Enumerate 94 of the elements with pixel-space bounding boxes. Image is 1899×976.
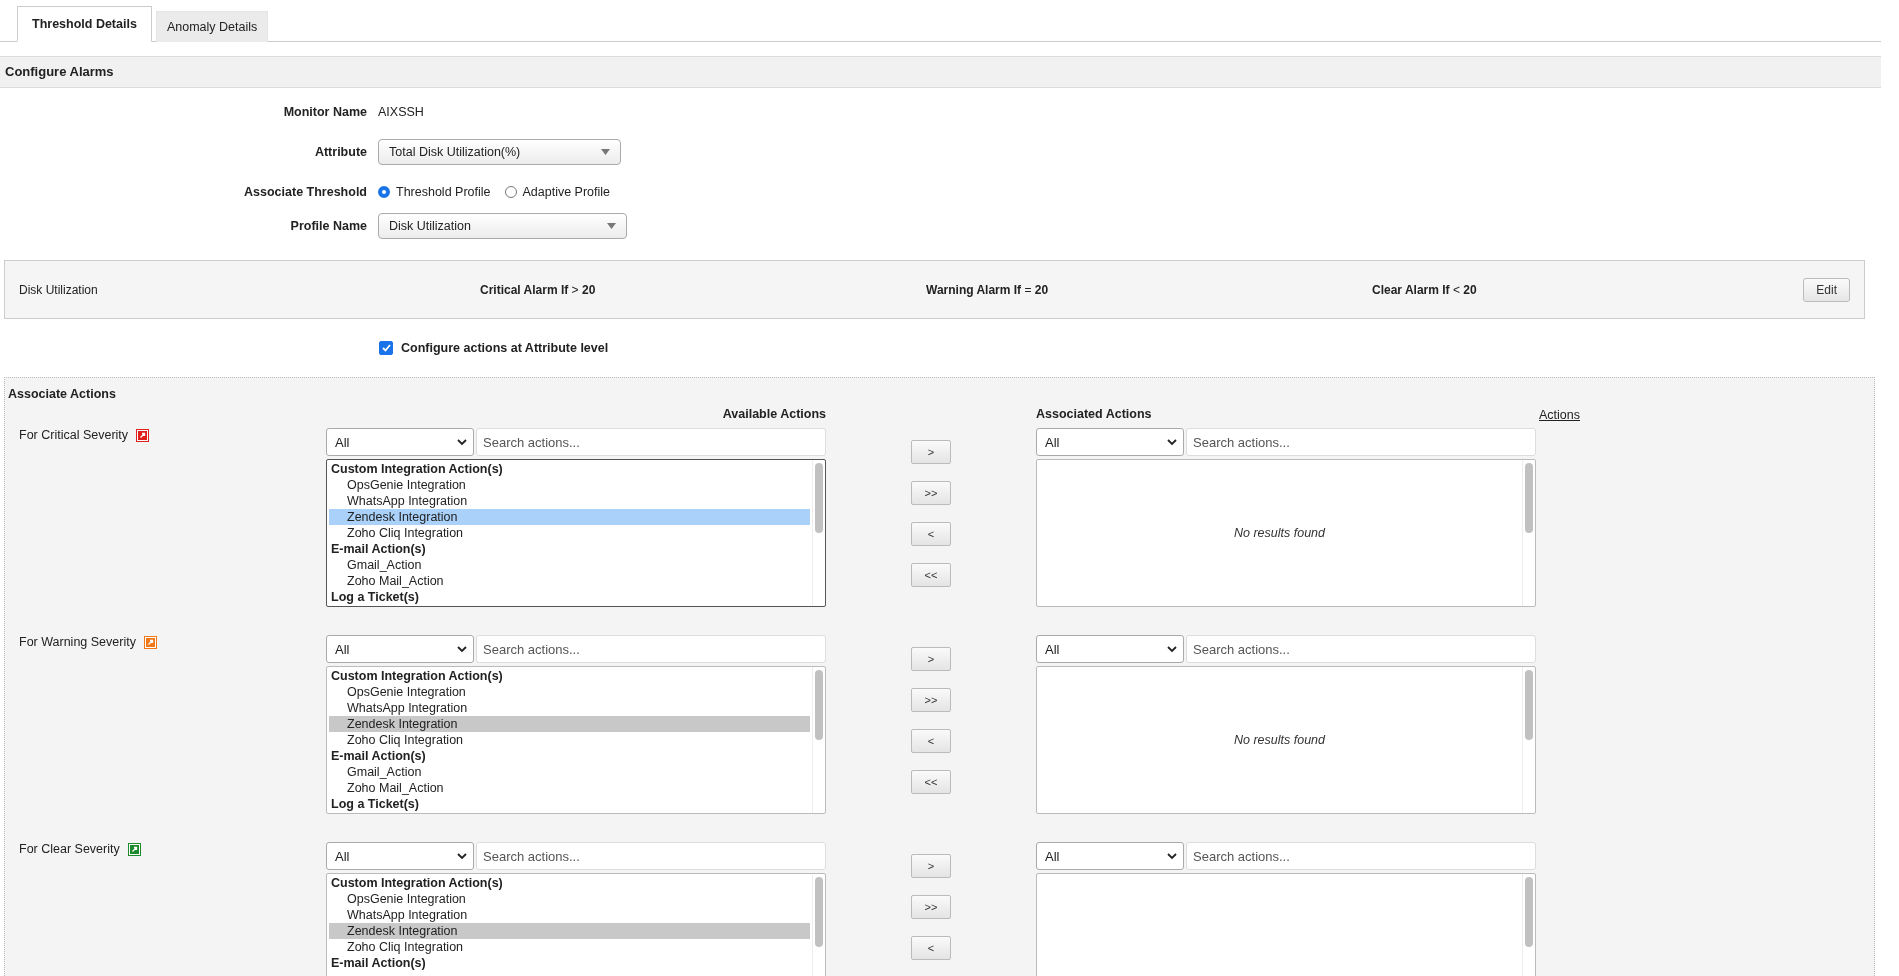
checkbox[interactable] bbox=[379, 341, 393, 355]
section-title: Configure Alarms bbox=[0, 56, 1881, 88]
chevron-icon bbox=[1167, 645, 1177, 653]
search-field[interactable]: Search actions... bbox=[476, 635, 826, 663]
search-field[interactable]: Search actions... bbox=[1186, 428, 1536, 456]
chevron-icon bbox=[457, 852, 467, 860]
scrollbar-thumb[interactable] bbox=[1525, 670, 1533, 740]
empty-message: No results found bbox=[1234, 733, 1325, 747]
severity-label: For Critical Severity bbox=[19, 428, 129, 442]
list-option[interactable]: Zoho Cliq Integration bbox=[329, 732, 810, 748]
list-option[interactable]: Zoho Cliq Integration bbox=[329, 939, 810, 955]
alarm-rule: Warning Alarm If = 20 bbox=[926, 282, 1050, 297]
list-option[interactable]: Gmail_Action bbox=[329, 557, 810, 573]
chevron-icon bbox=[457, 645, 467, 653]
move-button[interactable]: >> bbox=[911, 481, 951, 505]
move-button[interactable]: >> bbox=[911, 688, 951, 712]
group-heading: Log a Ticket(s) bbox=[330, 589, 420, 605]
alarm-rule: Clear Alarm If < 20 bbox=[1372, 282, 1478, 297]
filter-select[interactable]: All bbox=[326, 635, 474, 663]
empty-message: No results found bbox=[1234, 526, 1325, 540]
tab[interactable]: Threshold Details bbox=[17, 6, 152, 42]
chevron-icon bbox=[1167, 852, 1177, 860]
group-heading: Custom Integration Action(s) bbox=[330, 875, 504, 891]
group-heading: Custom Integration Action(s) bbox=[330, 461, 504, 477]
chevron-icon bbox=[457, 438, 467, 446]
search-field[interactable]: Search actions... bbox=[476, 428, 826, 456]
list-option[interactable]: OpsGenie Integration bbox=[329, 477, 810, 493]
severity-label: For Clear Severity bbox=[19, 842, 120, 856]
caret-icon bbox=[601, 149, 610, 155]
move-button[interactable]: < bbox=[911, 522, 951, 546]
caret-icon bbox=[607, 223, 616, 229]
move-button[interactable]: << bbox=[911, 770, 951, 794]
group-heading: E-mail Action(s) bbox=[330, 955, 427, 971]
radio-option[interactable]: Adaptive Profile bbox=[504, 185, 611, 199]
move-button[interactable]: < bbox=[911, 729, 951, 753]
group-heading: Custom Integration Action(s) bbox=[330, 668, 504, 684]
group-heading: E-mail Action(s) bbox=[330, 541, 427, 557]
move-button[interactable]: >> bbox=[911, 895, 951, 919]
field-label: Associate Threshold bbox=[243, 184, 367, 201]
list-option[interactable]: WhatsApp Integration bbox=[329, 907, 810, 923]
available-actions-list[interactable]: Custom Integration Action(s) OpsGenie Integration WhatsApp Integration Zendesk Integration Zoho Cliq Integration E-mail Action(s) Gmail_Action Zoho Mail_Action Log a Ticket(s) bbox=[326, 666, 826, 814]
list-option[interactable]: Zendesk Integration bbox=[329, 716, 810, 732]
tab[interactable]: Anomaly Details bbox=[155, 11, 269, 42]
associated-actions-list[interactable]: No results found bbox=[1036, 459, 1536, 607]
panel-title: Associate Actions bbox=[7, 386, 117, 403]
radio-option[interactable]: Threshold Profile bbox=[378, 185, 491, 199]
column-header: Available Actions bbox=[721, 407, 826, 423]
field-label: Attribute bbox=[313, 144, 367, 161]
move-button[interactable]: < bbox=[911, 936, 951, 960]
field-label: Monitor Name bbox=[282, 104, 367, 121]
move-button[interactable]: > bbox=[911, 647, 951, 671]
checkbox-label: Configure actions at Attribute level bbox=[401, 341, 609, 355]
scrollbar-thumb[interactable] bbox=[815, 670, 823, 740]
list-option[interactable]: Zoho Mail_Action bbox=[329, 573, 810, 589]
move-button[interactable]: > bbox=[911, 440, 951, 464]
filter-select[interactable]: All bbox=[326, 428, 474, 456]
list-option[interactable]: Zoho Cliq Integration bbox=[329, 525, 810, 541]
search-field[interactable]: Search actions... bbox=[1186, 635, 1536, 663]
profile-name: Disk Utilization bbox=[19, 282, 99, 297]
column-header: Associated Actions bbox=[1036, 407, 1153, 423]
available-actions-list[interactable]: Custom Integration Action(s) OpsGenie Integration WhatsApp Integration Zendesk Integration Zoho Cliq Integration E-mail Action(s) bbox=[326, 873, 826, 976]
group-heading: E-mail Action(s) bbox=[330, 748, 427, 764]
search-field[interactable]: Search actions... bbox=[476, 842, 826, 870]
monitor-name-value: AIXSSH bbox=[378, 105, 424, 119]
filter-select[interactable]: All bbox=[326, 842, 474, 870]
scrollbar-thumb[interactable] bbox=[1525, 877, 1533, 947]
available-actions-list[interactable]: Custom Integration Action(s) OpsGenie Integration WhatsApp Integration Zendesk Integration Zoho Cliq Integration E-mail Action(s) Gmail_Action Zoho Mail_Action Log a Ticket(s) bbox=[326, 459, 826, 607]
list-option[interactable]: OpsGenie Integration bbox=[329, 684, 810, 700]
scrollbar-thumb[interactable] bbox=[815, 463, 823, 533]
edit-button[interactable]: Edit bbox=[1803, 277, 1850, 302]
profile-select[interactable]: Disk Utilization bbox=[378, 213, 627, 239]
scrollbar-thumb[interactable] bbox=[815, 877, 823, 947]
list-option[interactable]: Zendesk Integration bbox=[329, 509, 810, 525]
chevron-icon bbox=[1167, 438, 1177, 446]
filter-select[interactable]: All bbox=[1036, 428, 1184, 456]
filter-select[interactable]: All bbox=[1036, 842, 1184, 870]
actions-link[interactable]: Actions bbox=[1539, 408, 1580, 422]
move-button[interactable]: << bbox=[911, 563, 951, 587]
list-option[interactable]: OpsGenie Integration bbox=[329, 891, 810, 907]
search-field[interactable]: Search actions... bbox=[1186, 842, 1536, 870]
group-heading: Log a Ticket(s) bbox=[330, 796, 420, 812]
list-option[interactable]: Zoho Mail_Action bbox=[329, 780, 810, 796]
field-label: Profile Name bbox=[289, 218, 367, 235]
list-option[interactable]: WhatsApp Integration bbox=[329, 700, 810, 716]
list-option[interactable]: WhatsApp Integration bbox=[329, 493, 810, 509]
move-button[interactable]: > bbox=[911, 854, 951, 878]
scrollbar-thumb[interactable] bbox=[1525, 463, 1533, 533]
attribute-select[interactable]: Total Disk Utilization(%) bbox=[378, 139, 621, 165]
severity-label: For Warning Severity bbox=[19, 635, 136, 649]
list-option[interactable]: Gmail_Action bbox=[329, 764, 810, 780]
alarm-rule: Critical Alarm If > 20 bbox=[480, 282, 597, 297]
list-option[interactable]: Zendesk Integration bbox=[329, 923, 810, 939]
associated-actions-list[interactable]: No results found bbox=[1036, 666, 1536, 814]
filter-select[interactable]: All bbox=[1036, 635, 1184, 663]
